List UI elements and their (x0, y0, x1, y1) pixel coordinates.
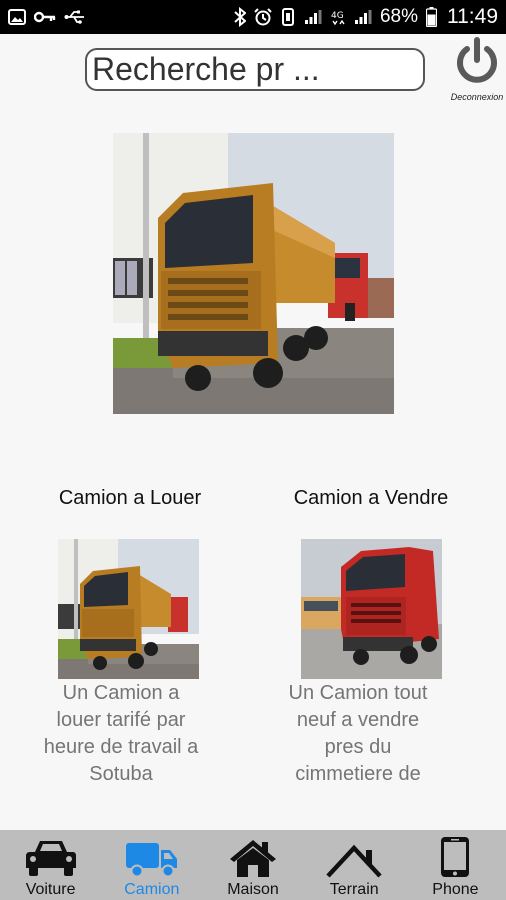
bluetooth-icon (234, 7, 246, 27)
card-title-vendre[interactable]: Camion a Vendre (282, 487, 460, 510)
usb-icon (64, 9, 86, 25)
svg-text:4G: 4G (331, 11, 344, 21)
nav-label-camion: Camion (124, 881, 180, 898)
logout-button[interactable]: Deconnexion (448, 36, 506, 106)
roof-icon (326, 836, 382, 878)
status-left (8, 9, 86, 25)
logout-label: Deconnexion (450, 92, 504, 102)
search-box[interactable] (85, 48, 425, 91)
image-icon (8, 9, 26, 25)
truck-icon (125, 836, 179, 878)
rent-truck-image[interactable] (58, 539, 199, 679)
bottom-nav: Voiture Camion Maison Terrain Phone (0, 830, 506, 900)
nav-label-terrain: Terrain (329, 881, 379, 898)
power-icon (452, 36, 502, 91)
status-right: 4G 68% 11:49 (234, 5, 498, 29)
card-title-louer[interactable]: Camion a Louer (50, 487, 210, 510)
battery-percent: 68% (379, 6, 418, 27)
nav-label-phone: Phone (432, 881, 479, 898)
status-bar: 4G 68% 11:49 (0, 0, 506, 34)
nav-item-phone[interactable]: Phone (405, 830, 506, 900)
battery-icon (426, 7, 437, 27)
search-input[interactable] (92, 51, 418, 88)
card-desc-vendre: Un Camion tout neuf a vendre pres du cim… (288, 682, 428, 785)
nav-item-voiture[interactable]: Voiture (0, 830, 101, 900)
key-icon (34, 10, 56, 24)
nav-item-camion[interactable]: Camion (101, 830, 202, 900)
alarm-icon (254, 8, 272, 26)
clock-time: 11:49 (447, 5, 498, 28)
card-desc-louer: Un Camion a louer tarifé par heure de tr… (43, 682, 199, 785)
hero-truck-image[interactable] (113, 133, 394, 414)
sale-truck-image[interactable] (301, 539, 442, 679)
vibrate-icon (280, 8, 296, 26)
car-icon (25, 836, 77, 878)
nav-item-terrain[interactable]: Terrain (304, 830, 405, 900)
nav-label-maison: Maison (227, 881, 279, 898)
signal-icon (304, 9, 322, 25)
nav-label-voiture: Voiture (25, 881, 76, 898)
signal-icon (354, 9, 372, 25)
nav-item-maison[interactable]: Maison (202, 830, 303, 900)
4g-icon: 4G (330, 8, 346, 26)
phone-icon (440, 836, 470, 878)
house-icon (229, 836, 277, 878)
